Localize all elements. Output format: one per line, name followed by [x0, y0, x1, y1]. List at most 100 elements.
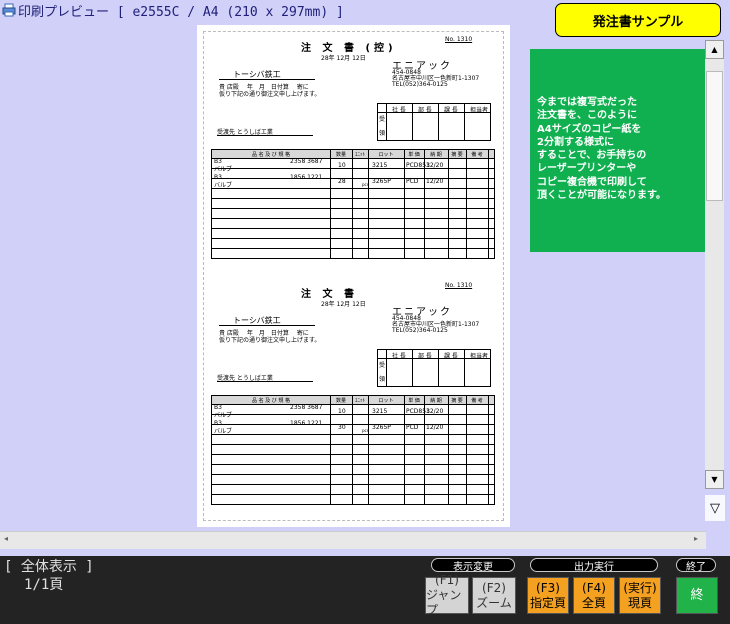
stamp-divider	[464, 104, 465, 140]
sample-button[interactable]: 発注書サンプル	[555, 3, 721, 37]
order-intro: 貴 店殿 年 月 日付算 寄に 仮り下記の通り御注文申し上げます。	[219, 84, 321, 98]
table-rule	[212, 454, 494, 455]
all-pages-button[interactable]: (F4) 全頁	[573, 577, 615, 614]
row-spec: 2358 3687	[290, 158, 323, 165]
triangle-up-icon: ▲	[711, 45, 718, 54]
f1-key: (F1)	[435, 573, 459, 587]
table-rule	[212, 248, 494, 249]
preview-page: No. 1310 注 文 書 (控) 28年 12月 12日 エニアック 454-084…	[197, 25, 510, 527]
stamp-divider	[412, 104, 413, 140]
f2-label: ズーム	[476, 595, 512, 610]
stamp-header: 担当者	[470, 107, 489, 114]
note-text: 今までは複写式だった 注文書を、このように A4サイズのコピー紙を 2分割する様…	[537, 97, 666, 202]
order-intro: 貴 店殿 年 月 日付算 寄に 仮り下記の通り御注文申し上げます。	[219, 330, 321, 344]
table-rule	[212, 484, 494, 485]
order-number: No. 1310	[445, 282, 473, 289]
end-button[interactable]: 終	[676, 577, 718, 614]
table-column-rule	[488, 396, 489, 504]
table-column-rule	[330, 396, 331, 504]
row-unit: pcs	[362, 428, 369, 433]
current-page-button[interactable]: (実行) 現頁	[619, 577, 661, 614]
display-mode: [ 全体表示 ]	[4, 559, 94, 575]
table-rule	[212, 474, 494, 475]
f1-label: ジャンプ	[426, 588, 462, 617]
delivery-underline	[217, 381, 313, 382]
function-bar: [ 全体表示 ] 1/1頁 表示変更 出力実行 終了 (F1) ジャンプ (F2…	[0, 556, 730, 624]
row-price: PCD	[406, 424, 419, 431]
scroll-thumb[interactable]	[706, 71, 723, 201]
row-unit: pcs	[362, 182, 369, 187]
table-header: 単 価	[408, 152, 420, 158]
customer-underline	[219, 79, 315, 80]
scroll-up-button[interactable]: ▲	[705, 40, 724, 59]
table-header: 単 価	[408, 398, 420, 404]
run-key: (実行)	[623, 580, 657, 595]
scroll-down-button[interactable]: ▼	[705, 470, 724, 489]
company-address: 454-0848 名古屋市中川区一色新町1-1307 TEL(052)364-0…	[392, 315, 480, 334]
delivery-underline	[217, 135, 313, 136]
table-rule	[212, 188, 494, 189]
order-form: No. 1310 注 文 書 (控) 28年 12月 12日 エニアック 454-084…	[197, 33, 510, 279]
f3-label: 指定頁	[529, 595, 566, 610]
output-run-group-label: 出力実行	[530, 558, 658, 573]
table-rule	[212, 464, 494, 465]
row-spec: 2358 3687	[290, 404, 323, 411]
table-rule	[212, 158, 494, 159]
row-name: バルブ	[214, 412, 233, 419]
table-header: 品 名 及 び 規 格	[252, 398, 290, 404]
approval-stamp-box: 受領 社 長 部 長 課 長 担当者	[377, 103, 491, 141]
row-lot: 3215	[372, 408, 388, 415]
stamp-side-label: 受	[379, 116, 386, 123]
scroll-left-icon[interactable]: ◂	[4, 534, 8, 543]
stamp-header: 社 長	[392, 353, 406, 360]
table-column-rule	[448, 150, 449, 258]
table-header: ﾕﾆｯﾄ	[354, 152, 365, 158]
row-spec: 1856 1221	[290, 420, 323, 427]
scroll-right-icon[interactable]: ▸	[694, 534, 698, 543]
jump-button[interactable]: (F1) ジャンプ	[425, 573, 469, 617]
stamp-header: 社 長	[392, 107, 406, 114]
table-column-rule	[368, 396, 369, 504]
row-due: 12/20	[426, 178, 444, 185]
zoom-button[interactable]: (F2) ズーム	[472, 577, 516, 614]
scroll-track[interactable]	[705, 59, 724, 489]
table-rule	[212, 434, 494, 435]
table-rule	[212, 178, 494, 179]
customer-underline	[219, 325, 315, 326]
table-rule	[212, 414, 494, 415]
company-address: 454-0848 名古屋市中川区一色新町1-1307 TEL(052)364-0…	[392, 69, 480, 88]
stamp-divider	[438, 104, 439, 140]
table-column-rule	[448, 396, 449, 504]
specified-page-button[interactable]: (F3) 指定頁	[527, 577, 569, 614]
table-rule	[212, 218, 494, 219]
table-column-rule	[368, 150, 369, 258]
table-header: ロット	[378, 152, 394, 158]
window-title: 印刷プレビュー [ e2555C / A4 (210 x 297mm) ]	[18, 4, 344, 20]
vertical-scrollbar[interactable]: ▲ ▼	[705, 40, 725, 530]
stamp-side-label: 領	[379, 130, 386, 137]
page-indicator: 1/1頁	[24, 577, 64, 593]
row-qty: 28	[338, 178, 346, 185]
table-header: 備 考	[471, 398, 483, 404]
printer-icon	[2, 3, 16, 17]
table-column-rule	[466, 150, 467, 258]
triangle-down-icon: ▼	[711, 475, 718, 484]
row-qty: 10	[338, 408, 346, 415]
table-header: 数量	[335, 398, 346, 404]
table-header: 納 期	[430, 398, 442, 404]
order-date: 28年 12月 12日	[321, 301, 366, 308]
table-rule	[212, 168, 494, 169]
horizontal-scrollbar[interactable]: ◂ ▸	[0, 531, 706, 549]
run-label: 現頁	[627, 595, 652, 610]
table-rule	[212, 494, 494, 495]
row-due: 12/20	[426, 424, 444, 431]
row-qty: 30	[338, 424, 346, 431]
triangle-down-outline-icon: ▽	[710, 500, 720, 516]
stamp-divider	[464, 350, 465, 386]
collapse-button[interactable]: ▽	[705, 495, 725, 521]
table-header: 摘 要	[451, 398, 463, 404]
table-column-rule	[466, 396, 467, 504]
f2-key: (F2)	[482, 580, 506, 595]
order-number: No. 1310	[445, 36, 473, 43]
order-title: 注 文 書	[301, 289, 358, 300]
